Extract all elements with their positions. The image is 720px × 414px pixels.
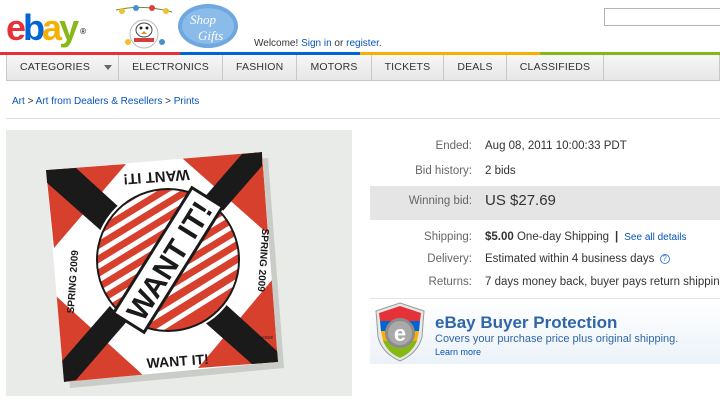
- nav-electronics[interactable]: ELECTRONICS: [119, 55, 223, 80]
- delivery-text: Estimated within 4 business days: [485, 253, 655, 265]
- buyer-protection-banner[interactable]: e eBay Buyer Protection Covers your purc…: [370, 298, 720, 364]
- nav-categories[interactable]: CATEGORIES: [7, 55, 120, 80]
- ended-value: Aug 08, 2011 10:00:33 PDT: [485, 140, 627, 152]
- ended-row: Ended: Aug 08, 2011 10:00:33 PDT: [370, 137, 720, 155]
- returns-row: Returns: 7 days money back, buyer pays r…: [370, 273, 720, 291]
- breadcrumb-art-dealers[interactable]: Art from Dealers & Resellers: [36, 96, 163, 107]
- bid-history-row: Bid history: 2 bids: [370, 162, 720, 180]
- winning-bid-value: US $27.69: [485, 192, 556, 209]
- breadcrumb-separator: >: [165, 96, 171, 107]
- shop-gifts-banner[interactable]: Shop Gifts: [112, 2, 240, 52]
- help-icon[interactable]: ?: [659, 253, 670, 264]
- logo-letter-a: a: [42, 7, 62, 48]
- nav-tickets[interactable]: TICKETS: [372, 55, 445, 80]
- shop-gifts-text-2: Gifts: [198, 28, 223, 43]
- logo-letter-y: y: [59, 7, 79, 48]
- delivery-label: Delivery:: [427, 253, 472, 265]
- shipping-value: $5.00 One-day Shipping | See all details: [485, 228, 687, 247]
- shop-gifts-text-1: Shop: [190, 12, 217, 27]
- header: ebay ® Shop Gifts Welcome! Sign in or re…: [0, 0, 720, 52]
- shield-letter: e: [394, 321, 406, 346]
- breadcrumb: Art > Art from Dealers & Resellers > Pri…: [12, 96, 199, 107]
- ebay-logo[interactable]: ebay ®: [6, 7, 86, 48]
- nav-categories-label: CATEGORIES: [20, 61, 91, 73]
- shipping-amount: $5.00: [485, 231, 514, 243]
- delivery-value: Estimated within 4 business days ?: [485, 250, 670, 268]
- breadcrumb-prints[interactable]: Prints: [174, 96, 200, 107]
- divider: [6, 118, 720, 119]
- breadcrumb-art[interactable]: Art: [12, 96, 25, 107]
- search-input[interactable]: [604, 8, 720, 26]
- product-photo: WANT IT! WANT IT! WANT IT! SPRING 2009 S…: [6, 130, 352, 396]
- logo-letter-e: e: [6, 7, 26, 48]
- buyer-protection-title: eBay Buyer Protection: [435, 313, 618, 332]
- chevron-down-icon[interactable]: [104, 65, 113, 70]
- nav-motors[interactable]: MOTORS: [297, 55, 372, 80]
- shipping-separator: |: [615, 231, 619, 243]
- sign-in-link[interactable]: Sign in: [301, 38, 332, 49]
- winning-bid-label: Winning bid:: [408, 195, 472, 207]
- returns-value: 7 days money back, buyer pays return shi…: [485, 276, 720, 288]
- shop-gifts-graphic: Shop Gifts: [115, 4, 238, 49]
- period-text: .: [378, 38, 382, 49]
- welcome-text: Welcome!: [254, 38, 299, 49]
- shipping-label: Shipping:: [424, 231, 472, 243]
- buyer-protection-subtitle: Covers your purchase price plus original…: [435, 333, 679, 345]
- winning-bid-row: Winning bid: US $27.69: [370, 186, 720, 220]
- returns-label: Returns:: [428, 276, 472, 288]
- nav-fashion[interactable]: FASHION: [223, 55, 298, 80]
- delivery-row: Delivery: Estimated within 4 business da…: [370, 250, 720, 268]
- breadcrumb-separator: >: [27, 96, 34, 107]
- ended-label: Ended:: [435, 140, 472, 152]
- shield-icon: e: [375, 302, 425, 362]
- nav-classifieds[interactable]: CLASSIFIEDS: [507, 55, 605, 80]
- register-link[interactable]: register: [346, 38, 379, 49]
- shipping-method: One-day Shipping: [516, 231, 610, 243]
- bid-history-label: Bid history:: [415, 165, 472, 177]
- see-all-details-link[interactable]: See all details: [624, 232, 686, 243]
- logo-letter-b: b: [23, 7, 45, 48]
- product-image[interactable]: WANT IT! WANT IT! WANT IT! SPRING 2009 S…: [6, 130, 352, 396]
- welcome-message: Welcome! Sign in or register.: [254, 38, 382, 49]
- registered-mark: ®: [80, 27, 86, 36]
- category-nav: CATEGORIES ELECTRONICS FASHION MOTORS TI…: [6, 55, 720, 81]
- learn-more-link[interactable]: Learn more: [435, 347, 481, 357]
- nav-deals[interactable]: DEALS: [444, 55, 507, 80]
- or-text: or: [334, 38, 344, 49]
- shipping-row: Shipping: $5.00 One-day Shipping | See all…: [370, 228, 720, 246]
- bid-history-value[interactable]: 2 bids: [485, 162, 516, 180]
